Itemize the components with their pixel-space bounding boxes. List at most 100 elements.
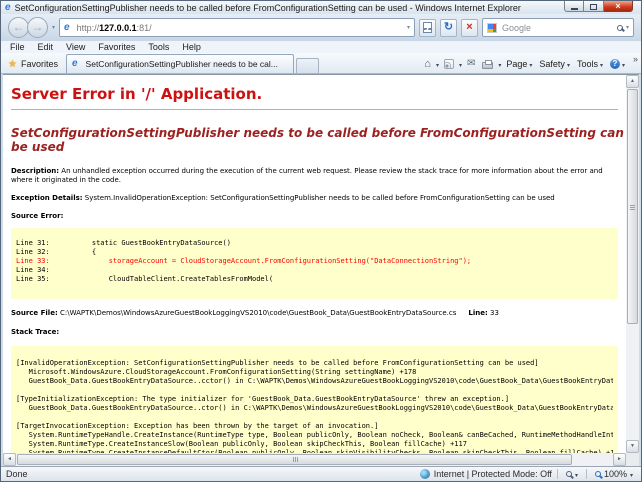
url-scheme: http:// [77, 23, 100, 33]
minimize-button[interactable] [564, 1, 584, 12]
print-button[interactable] [480, 59, 495, 70]
status-divider [557, 469, 558, 479]
url-host: 127.0.0.1 [99, 23, 137, 33]
safety-menu-label: Safety [539, 59, 565, 69]
browser-window: e SetConfigurationSettingPublisher needs… [0, 0, 642, 482]
stack-trace-box: [InvalidOperationException: SetConfigura… [11, 346, 618, 453]
source-file-path: C:\WAPTK\Demos\WindowsAzureGuestBookLogg… [58, 309, 457, 317]
forward-button[interactable]: → [27, 17, 48, 38]
ie-logo-icon: e [5, 3, 11, 13]
scroll-up-button[interactable]: ▲ [626, 75, 639, 88]
scroll-right-button[interactable]: ► [613, 453, 626, 466]
maximize-button[interactable] [584, 1, 604, 12]
stack-trace-line: GuestBook_Data.GuestBookEntryDataSource.… [16, 404, 613, 413]
read-mail-button[interactable]: ✉ [465, 58, 477, 70]
help-dropdown-icon [622, 59, 625, 69]
feeds-dropdown-icon[interactable] [459, 59, 462, 69]
content-area: Server Error in '/' Application. SetConf… [3, 74, 639, 466]
error-message-heading: SetConfigurationSettingPublisher needs t… [11, 126, 626, 154]
navigation-bar: ← → ▾ e http://127.0.0.1:81/ ▾ ↻ × ▾ [1, 14, 641, 41]
tab-active[interactable]: e SetConfigurationSettingPublisher needs… [66, 54, 294, 73]
refresh-button[interactable]: ↻ [440, 19, 457, 37]
menu-item[interactable]: Favorites [92, 41, 141, 53]
scroll-down-button[interactable]: ▼ [626, 440, 639, 453]
tools-dropdown-icon [600, 59, 603, 69]
safety-menu-button[interactable]: Safety [537, 58, 572, 70]
page-menu-button[interactable]: Page [504, 58, 534, 70]
home-dropdown-icon[interactable] [436, 59, 439, 69]
error-page: Server Error in '/' Application. SetConf… [3, 75, 626, 453]
compatibility-view-button[interactable] [419, 19, 436, 37]
status-bar-right: Internet | Protected Mode: Off 100% [420, 469, 636, 479]
horizontal-scroll-track[interactable] [573, 453, 613, 466]
zoom-level-control[interactable]: 100% [592, 469, 636, 479]
tab-favicon-icon: e [72, 59, 78, 69]
line-number: 33 [488, 309, 499, 317]
refresh-icon: ↻ [444, 22, 453, 33]
source-code-line: Line 33: storageAccount = CloudStorageAc… [16, 257, 613, 266]
title-bar[interactable]: e SetConfigurationSettingPublisher needs… [1, 1, 641, 14]
source-code-line: Line 35: CloudTableClient.CreateTablesFr… [16, 275, 613, 284]
source-code-line: Line 32: { [16, 248, 613, 257]
feeds-icon [444, 59, 454, 69]
help-button[interactable]: ? [608, 58, 627, 70]
google-logo-icon [487, 23, 497, 33]
change-zoom-button[interactable] [563, 469, 581, 479]
horizontal-scroll-thumb[interactable] [17, 454, 572, 465]
home-button[interactable]: ⌂ [422, 58, 433, 70]
close-button[interactable]: × [604, 1, 633, 12]
vertical-scrollbar[interactable]: ▲ ▼ [626, 75, 639, 453]
new-tab-button[interactable] [296, 58, 319, 73]
menu-item[interactable]: Tools [142, 41, 175, 53]
tools-menu-button[interactable]: Tools [575, 58, 605, 70]
stack-trace-line: [TypeInitializationException: The type i… [16, 395, 613, 404]
scroll-up-icon: ▲ [630, 78, 635, 84]
stack-trace-line: System.RuntimeTypeHandle.CreateInstance(… [16, 431, 613, 440]
scrollbar-corner [626, 453, 639, 466]
description-text: An unhandled exception occurred during t… [11, 167, 603, 184]
stack-trace-line: [TargetInvocationException: Exception ha… [16, 422, 613, 431]
search-provider-dropdown-icon[interactable]: ▾ [626, 24, 629, 31]
scroll-down-icon: ▼ [630, 443, 635, 449]
print-dropdown-icon[interactable] [498, 59, 501, 69]
toolbar-overflow-icon[interactable]: » [633, 54, 638, 64]
page-dropdown-icon [529, 59, 532, 69]
menu-item[interactable]: Help [176, 41, 207, 53]
description-label: Description: [11, 167, 59, 175]
search-icon[interactable] [617, 25, 623, 31]
zoom-level-icon [595, 471, 601, 477]
feeds-button[interactable] [442, 58, 456, 70]
command-bar: ⌂ ✉ Page Safety Tools ? [422, 58, 641, 73]
address-dropdown-icon[interactable]: ▾ [407, 24, 410, 31]
page-title: Server Error in '/' Application. [11, 85, 626, 103]
zoom-tool-icon [566, 471, 572, 477]
search-input[interactable] [500, 22, 614, 34]
favorites-button[interactable]: ★ Favorites [4, 56, 66, 73]
exception-details-label: Exception Details: [11, 194, 83, 202]
menu-item[interactable]: View [60, 41, 91, 53]
back-icon: ← [13, 20, 25, 34]
internet-zone-icon [420, 469, 430, 479]
vertical-scroll-thumb[interactable] [627, 89, 638, 324]
window-title: SetConfigurationSettingPublisher needs t… [15, 3, 558, 13]
menu-item[interactable]: Edit [32, 41, 60, 53]
page-menu-label: Page [506, 59, 527, 69]
back-button[interactable]: ← [8, 17, 29, 38]
tools-menu-label: Tools [577, 59, 598, 69]
stop-button[interactable]: × [461, 19, 478, 37]
source-code-line: Line 31: static GuestBookEntryDataSource… [16, 239, 613, 248]
history-dropdown-icon[interactable]: ▾ [52, 24, 55, 31]
stack-trace-line: [InvalidOperationException: SetConfigura… [16, 359, 613, 368]
address-bar[interactable]: e http://127.0.0.1:81/ ▾ [59, 18, 415, 37]
menu-item[interactable]: File [4, 41, 31, 53]
scroll-left-button[interactable]: ◄ [3, 453, 16, 466]
close-icon: × [615, 1, 620, 11]
horizontal-scrollbar[interactable]: ◄ ► [3, 453, 626, 466]
source-error-heading: Source Error: [11, 212, 618, 221]
line-label: Line: [468, 309, 487, 317]
vertical-scroll-track[interactable] [626, 325, 639, 440]
scroll-left-icon: ◄ [7, 456, 12, 462]
zoom-level-dropdown-icon [630, 469, 633, 479]
search-box[interactable]: ▾ [482, 18, 634, 37]
status-divider [586, 469, 587, 479]
